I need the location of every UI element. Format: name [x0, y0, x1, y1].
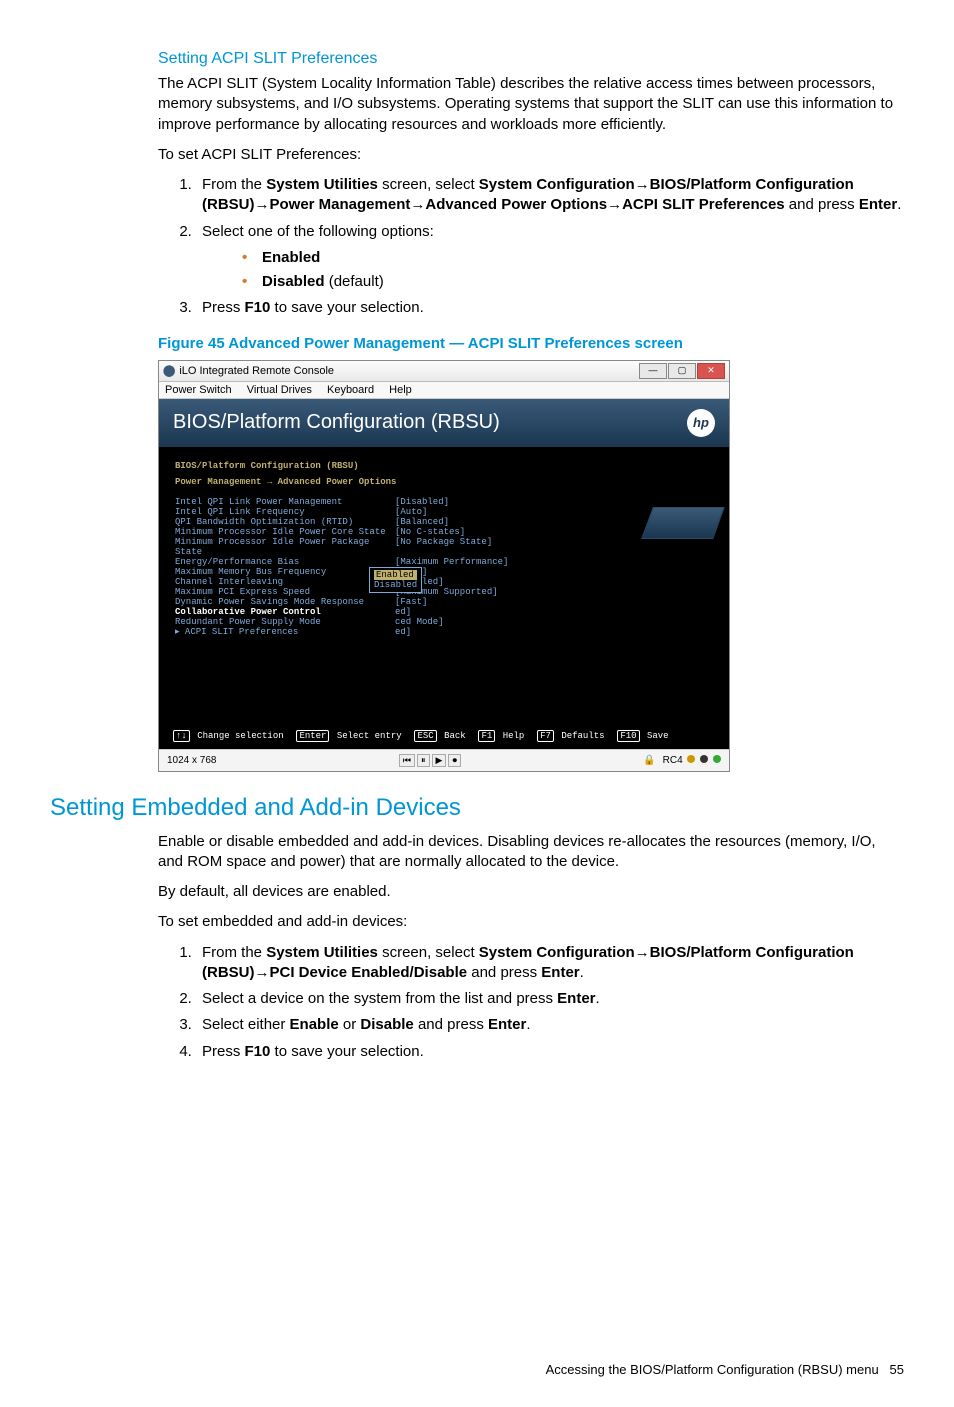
- bios-option-row[interactable]: Intel QPI Link Frequency[Auto]: [175, 507, 713, 517]
- para-acpi-to: To set ACPI SLIT Preferences:: [158, 145, 904, 165]
- menubar: Power Switch Virtual Drives Keyboard Hel…: [159, 382, 729, 399]
- emb-step-4: Press F10 to save your selection.: [196, 1042, 904, 1062]
- bios-option-row[interactable]: QPI Bandwidth Optimization (RTID)[Balanc…: [175, 517, 713, 527]
- status-dot-yellow: [687, 755, 695, 763]
- rc-label: RC4: [663, 755, 683, 766]
- status-bar: 1024 x 768 ⏮⏸▶⏺ 🔒 RC4: [159, 749, 729, 771]
- window-title: iLO Integrated Remote Console: [179, 365, 638, 377]
- resolution-label: 1024 x 768: [167, 755, 217, 766]
- popup-enabled[interactable]: Enabled: [374, 570, 417, 580]
- para-acpi-desc: The ACPI SLIT (System Locality Informati…: [158, 74, 904, 135]
- heading-embedded: Setting Embedded and Add-in Devices: [50, 794, 904, 822]
- emb-step-2: Select a device on the system from the l…: [196, 989, 904, 1009]
- page-footer: Accessing the BIOS/Platform Configuratio…: [50, 1362, 904, 1377]
- breadcrumb-2: Power Management → Advanced Power Option…: [175, 477, 713, 487]
- lock-icon: 🔒: [643, 755, 655, 766]
- bios-option-row[interactable]: Redundant Power Supply Modeced Mode]: [175, 617, 713, 627]
- para-emb-to: To set embedded and add-in devices:: [158, 912, 904, 932]
- window-titlebar: ⬤ iLO Integrated Remote Console — ▢ ✕: [159, 361, 729, 382]
- bios-option-row[interactable]: Dynamic Power Savings Mode Response[Fast…: [175, 597, 713, 607]
- option-popup[interactable]: Enabled Disabled: [369, 567, 422, 593]
- status-dot-dark: [700, 755, 708, 763]
- screenshot: ⬤ iLO Integrated Remote Console — ▢ ✕ Po…: [158, 360, 730, 772]
- popup-disabled[interactable]: Disabled: [374, 580, 417, 590]
- bios-option-row[interactable]: Maximum PCI Express Speed[Maximum Suppor…: [175, 587, 713, 597]
- menu-keyboard[interactable]: Keyboard: [327, 384, 374, 396]
- hp-icon: ⬤: [163, 364, 175, 377]
- minimize-button[interactable]: —: [639, 363, 667, 379]
- menu-power-switch[interactable]: Power Switch: [165, 384, 232, 396]
- emb-step-3: Select either Enable or Disable and pres…: [196, 1015, 904, 1035]
- acpi-step-2: Select one of the following options: Ena…: [196, 222, 904, 293]
- hp-logo-icon: hp: [687, 409, 715, 437]
- maximize-button[interactable]: ▢: [668, 363, 696, 379]
- status-dot-green: [713, 755, 721, 763]
- bios-option-row[interactable]: ▸ ACPI SLIT Preferencesed]: [175, 627, 713, 637]
- heading-acpi: Setting ACPI SLIT Preferences: [158, 50, 904, 68]
- acpi-step-3: Press F10 to save your selection.: [196, 298, 904, 318]
- bios-option-row[interactable]: Intel QPI Link Power Management[Disabled…: [175, 497, 713, 507]
- menu-virtual-drives[interactable]: Virtual Drives: [247, 384, 312, 396]
- bios-option-row[interactable]: Collaborative Power Controled]: [175, 607, 713, 617]
- playback-buttons[interactable]: ⏮⏸▶⏺: [217, 754, 644, 767]
- figure-caption: Figure 45 Advanced Power Management — AC…: [158, 335, 904, 352]
- para-emb-default: By default, all devices are enabled.: [158, 882, 904, 902]
- close-button[interactable]: ✕: [697, 363, 725, 379]
- para-emb-desc: Enable or disable embedded and add-in de…: [158, 832, 904, 873]
- server-image: [641, 507, 725, 539]
- emb-step-1: From the System Utilities screen, select…: [196, 943, 904, 984]
- bios-option-row[interactable]: Energy/Performance Bias[Maximum Performa…: [175, 557, 713, 567]
- bios-option-row[interactable]: Minimum Processor Idle Power Package Sta…: [175, 537, 713, 557]
- bios-footer: ↑↓ Change selection Enter Select entry E…: [171, 731, 717, 741]
- bios-option-row[interactable]: Minimum Processor Idle Power Core State[…: [175, 527, 713, 537]
- bios-option-row[interactable]: Maximum Memory Bus Frequency[Auto]: [175, 567, 713, 577]
- acpi-step-1: From the System Utilities screen, select…: [196, 175, 904, 216]
- menu-help[interactable]: Help: [389, 384, 412, 396]
- bios-option-row[interactable]: Channel Interleaving[Enabled]: [175, 577, 713, 587]
- breadcrumb-1: BIOS/Platform Configuration (RBSU): [175, 461, 713, 471]
- bios-screen: BIOS/Platform Configuration (RBSU) hp BI…: [159, 399, 729, 749]
- bios-title: BIOS/Platform Configuration (RBSU): [173, 411, 500, 434]
